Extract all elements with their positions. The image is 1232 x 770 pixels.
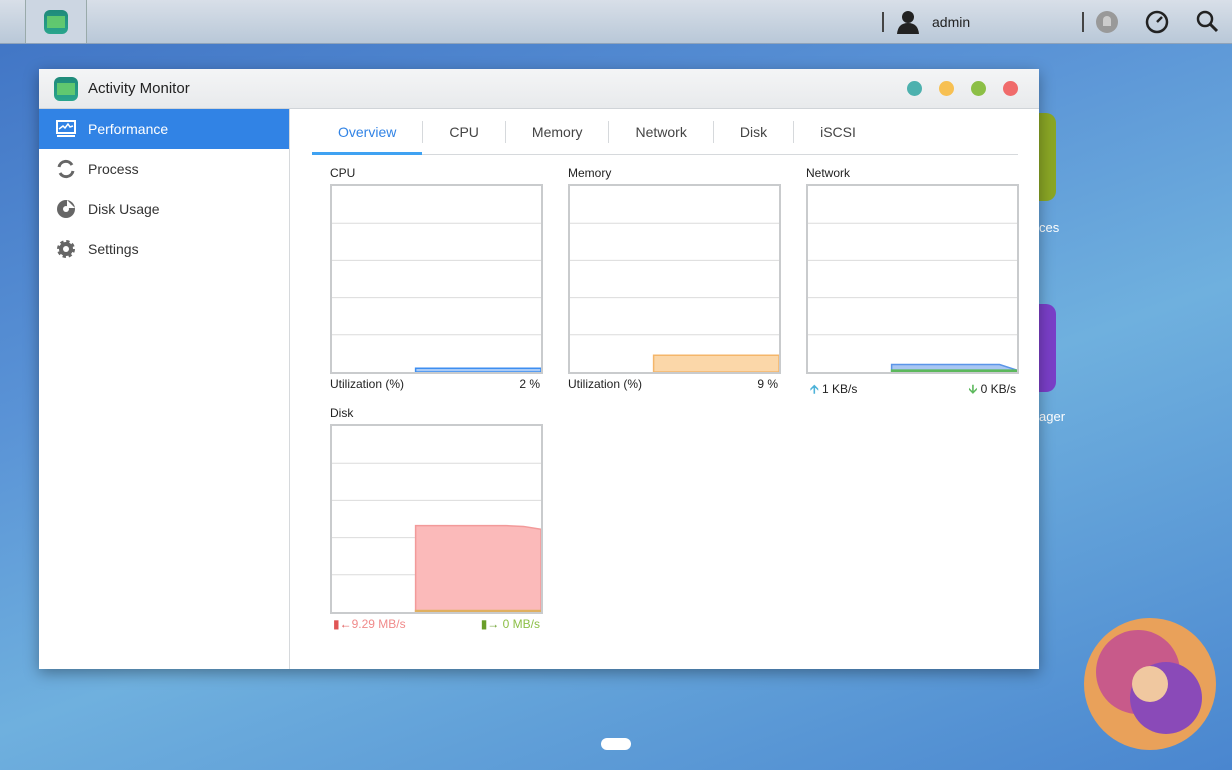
upload-rate: 1 KB/s <box>821 382 858 396</box>
sidebar-item-settings[interactable]: Settings <box>39 229 289 269</box>
download-series-area <box>890 369 1017 372</box>
taskbar: admin <box>0 0 1232 44</box>
maximize-button[interactable] <box>971 81 986 96</box>
taskbar-activity-monitor[interactable] <box>25 0 87 43</box>
minimize-button[interactable] <box>939 81 954 96</box>
tab-memory[interactable]: Memory <box>506 120 610 143</box>
sidebar-item-label: Process <box>88 161 139 177</box>
desktop-app-label: ager <box>1039 409 1066 424</box>
panel-title: Disk <box>330 406 354 420</box>
tab-overview[interactable]: Overview <box>312 120 424 155</box>
search-icon[interactable] <box>1195 9 1219 33</box>
cpu-label: Utilization (%) <box>330 377 405 391</box>
divider <box>882 12 884 32</box>
title-bar[interactable]: Activity Monitor <box>39 69 1039 109</box>
sidebar-item-performance[interactable]: Performance <box>39 109 289 149</box>
gear-icon <box>57 240 75 258</box>
memory-chart <box>568 184 781 374</box>
sidebar: Performance Process Disk Usage Settings <box>39 109 290 669</box>
disk-read-rate: 9.29 MB/s <box>351 617 406 631</box>
tab-cpu[interactable]: CPU <box>423 120 506 143</box>
memory-panel[interactable]: Memory Utilization (%) 9 % <box>568 166 781 391</box>
tab-iscsi[interactable]: iSCSI <box>794 121 882 143</box>
memory-label: Utilization (%) <box>568 377 643 391</box>
tab-bar: Overview CPU Memory Network Disk iSCSI <box>312 109 1018 155</box>
username[interactable]: admin <box>932 14 970 30</box>
utilization-series-area <box>414 367 541 372</box>
tab-network[interactable]: Network <box>609 120 714 143</box>
disk-chart <box>330 424 543 614</box>
panel-title: Network <box>806 166 851 180</box>
dashboard-icon[interactable] <box>1145 10 1169 34</box>
user-icon[interactable] <box>896 10 920 34</box>
close-button[interactable] <box>1003 81 1018 96</box>
panel-title: CPU <box>330 166 356 180</box>
brand-logo <box>1084 618 1216 750</box>
sidebar-item-disk-usage[interactable]: Disk Usage <box>39 189 289 229</box>
info-button[interactable] <box>907 81 922 96</box>
cpu-panel[interactable]: CPU Utilization (%) 2 % <box>330 166 543 391</box>
activity-monitor-icon <box>54 77 78 101</box>
disk-panel[interactable]: Disk ▮←9.29 MB/s ▮→ 0 MB/s <box>330 406 543 631</box>
download-rate: 0 KB/s <box>980 382 1016 396</box>
write-series-area <box>414 609 541 612</box>
disk-read-icon: ▮← <box>333 617 352 631</box>
cpu-chart <box>330 184 543 374</box>
download-arrow-icon: 🡫 <box>968 382 978 396</box>
memory-value: 9 % <box>757 377 778 391</box>
panel-title: Memory <box>568 166 612 180</box>
tab-disk[interactable]: Disk <box>714 120 795 143</box>
cpu-value: 2 % <box>519 377 540 391</box>
process-icon <box>57 159 75 179</box>
disk-write-rate: 0 MB/s <box>502 617 540 631</box>
notification-icon[interactable] <box>1095 10 1119 34</box>
window-title: Activity Monitor <box>88 80 190 97</box>
read-series-area <box>414 524 541 612</box>
divider <box>1082 12 1084 32</box>
sidebar-item-label: Settings <box>88 241 139 257</box>
disk-usage-icon <box>57 200 75 218</box>
network-chart <box>806 184 1019 374</box>
network-panel[interactable]: Network 🡩 1 KB/s 🡫 0 KB/s <box>806 166 1019 401</box>
upload-arrow-icon: 🡩 <box>810 382 819 396</box>
performance-icon <box>56 120 76 137</box>
disk-write-icon: ▮→ <box>480 617 500 631</box>
desktop-app-label: ces <box>1039 220 1060 235</box>
sidebar-item-process[interactable]: Process <box>39 149 289 189</box>
sidebar-item-label: Performance <box>88 121 169 137</box>
sidebar-item-label: Disk Usage <box>88 201 160 217</box>
utilization-series-area <box>652 354 779 372</box>
activity-monitor-window: Activity Monitor Performance Process Dis… <box>39 69 1039 669</box>
activity-monitor-icon <box>44 10 68 34</box>
dock-handle[interactable] <box>601 738 631 750</box>
